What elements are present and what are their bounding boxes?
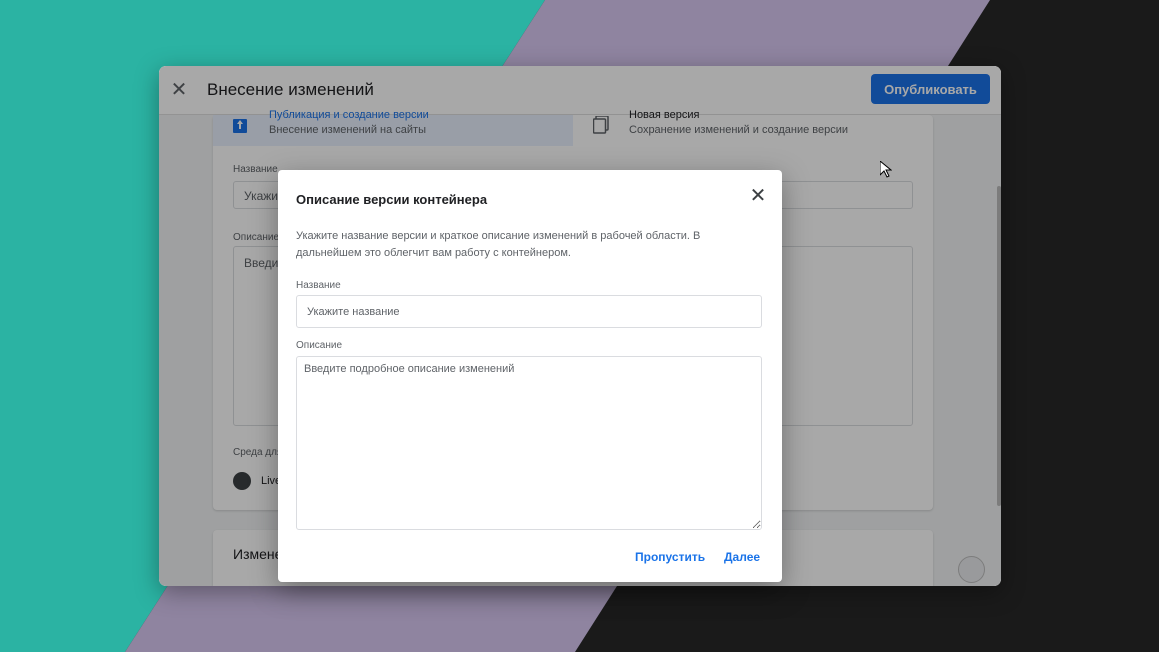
mouse-cursor-icon xyxy=(880,161,892,178)
version-description-textarea[interactable] xyxy=(296,356,762,530)
dialog-description: Укажите название версии и краткое описан… xyxy=(296,230,701,259)
close-icon[interactable]: ✕ xyxy=(748,185,768,207)
skip-button[interactable]: Пропустить xyxy=(635,550,705,564)
next-button[interactable]: Далее xyxy=(724,550,760,564)
description-label: Описание xyxy=(296,340,343,351)
dialog-title: Описание версии контейнера xyxy=(296,192,488,207)
name-label: Название xyxy=(296,280,341,291)
version-description-dialog: Описание версии контейнера ✕ Укажите наз… xyxy=(278,170,782,582)
version-name-input[interactable] xyxy=(296,295,762,328)
